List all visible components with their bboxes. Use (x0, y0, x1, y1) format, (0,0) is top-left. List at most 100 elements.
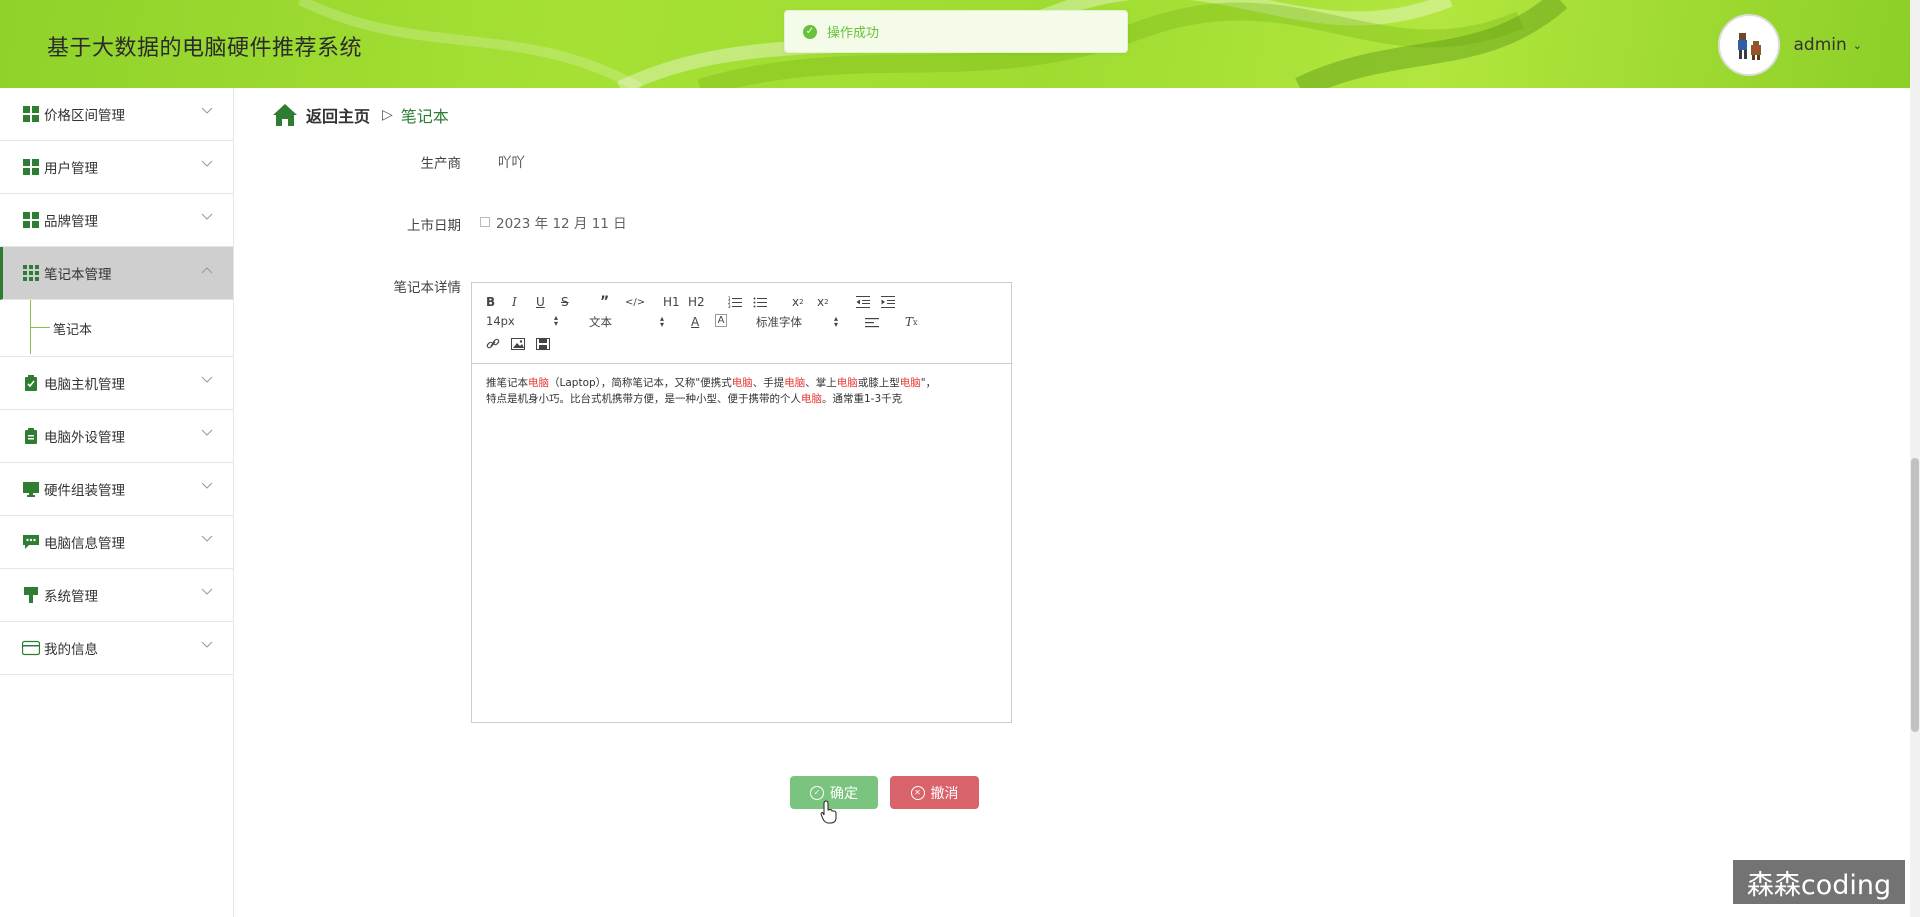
sidebar-item-my-info[interactable]: 我的信息 (0, 622, 233, 675)
chevron-down-icon (201, 213, 213, 220)
sidebar-item-label: 我的信息 (44, 642, 98, 658)
editor-text: （Laptop），简称笔记本，又称"便携式 (549, 377, 732, 389)
close-circle-icon: ✕ (910, 785, 925, 800)
sidebar-item-label: 硬件组装管理 (44, 483, 125, 499)
paragraph-format-select[interactable]: 文本 ▴ ▾ (589, 314, 664, 330)
ordered-list-icon[interactable]: 123 (728, 294, 742, 310)
indent-icon[interactable] (881, 294, 895, 310)
brush-icon (22, 586, 40, 604)
manufacturer-value: 吖吖 (498, 155, 525, 171)
sidebar-item-users[interactable]: 用户管理 (0, 141, 233, 194)
sidebar-item-label: 电脑信息管理 (44, 536, 125, 552)
subscript-icon[interactable]: x2 (792, 294, 804, 310)
check-circle-icon: ✓ (810, 785, 824, 800)
heading2-label: H2 (688, 295, 705, 309)
sidebar-item-price-range[interactable]: 价格区间管理 (0, 88, 233, 141)
breadcrumb-home-link[interactable]: 返回主页 (306, 103, 370, 127)
paragraph-format-value: 文本 (589, 315, 612, 329)
editor-content[interactable]: 推笔记本电脑（Laptop），简称笔记本，又称"便携式电脑、手提电脑、掌上电脑或… (486, 375, 1002, 407)
video-icon[interactable] (536, 336, 550, 352)
breadcrumb-separator: ▷ (382, 107, 393, 123)
sidebar-item-assembly[interactable]: 硬件组装管理 (0, 463, 233, 516)
superscript-icon[interactable]: x2 (817, 294, 829, 310)
sidebar-item-label: 品牌管理 (44, 214, 98, 230)
font-family-value: 标准字体 (756, 315, 802, 329)
watermark: 森森coding (1733, 860, 1905, 904)
sidebar-item-label: 价格区间管理 (44, 108, 125, 124)
cancel-button[interactable]: ✕ 撤消 (890, 776, 979, 809)
calendar-icon (480, 217, 490, 227)
italic-icon[interactable]: I (512, 294, 517, 310)
editor-highlight-text: 电脑 (528, 377, 549, 389)
align-icon[interactable] (865, 315, 879, 331)
font-size-select[interactable]: 14px ▴ ▾ (486, 313, 558, 329)
image-icon[interactable] (511, 336, 525, 352)
card-icon (22, 639, 40, 657)
heading2-icon[interactable]: H2 (688, 294, 705, 310)
breadcrumb: 返回主页 ▷ 笔记本 (272, 103, 449, 127)
chat-icon (22, 533, 40, 551)
editor-toolbar: B I U S ” </> H1 H2 123 x2 x2 14px ▴ ▾ 文本… (472, 283, 1011, 364)
app-title: 基于大数据的电脑硬件推荐系统 (47, 36, 363, 61)
rich-text-editor: B I U S ” </> H1 H2 123 x2 x2 14px ▴ ▾ 文本… (471, 282, 1012, 723)
code-block-icon[interactable]: </> (625, 294, 645, 310)
chevron-down-icon[interactable]: ⌄ (1853, 39, 1862, 52)
bullet-list-icon[interactable] (753, 294, 767, 310)
chevron-down-icon (201, 429, 213, 436)
editor-highlight-text: 电脑 (801, 393, 822, 405)
font-family-select[interactable]: 标准字体 ▴ ▾ (756, 314, 838, 330)
sidebar-item-desktops[interactable]: 电脑主机管理 (0, 357, 233, 410)
chevron-down-icon (201, 107, 213, 114)
chevron-down-icon (201, 588, 213, 595)
font-color-icon[interactable]: A (691, 314, 699, 330)
editor-highlight-text: 电脑 (836, 377, 858, 389)
sidebar-item-system[interactable]: 系统管理 (0, 569, 233, 622)
avatar[interactable] (1717, 14, 1780, 76)
page-scrollbar[interactable] (1910, 0, 1920, 917)
editor-text: 特点是机身小巧。比台式机携带方便，是一种小型、便于携带的个人 (486, 393, 801, 405)
monitor-icon (22, 480, 40, 498)
home-icon[interactable] (272, 103, 298, 127)
link-icon[interactable] (486, 336, 500, 352)
check-circle-icon: ✓ (803, 24, 817, 39)
sidebar-item-laptops[interactable]: 笔记本管理 (0, 247, 233, 300)
scrollbar-thumb[interactable] (1911, 458, 1919, 732)
sidebar-item-peripherals[interactable]: 电脑外设管理 (0, 410, 233, 463)
grid-icon (22, 158, 40, 176)
sidebar-item-brands[interactable]: 品牌管理 (0, 194, 233, 247)
user-menu[interactable]: admin ⌄ (1717, 14, 1862, 76)
select-arrows-icon: ▴ ▾ (833, 314, 838, 329)
underline-icon[interactable]: U (536, 294, 545, 310)
strikethrough-icon[interactable]: S (561, 294, 569, 310)
svg-text:3: 3 (728, 304, 731, 308)
apps-icon (22, 264, 40, 282)
sidebar-item-label: 笔记本管理 (44, 267, 112, 283)
sidebar-item-label: 系统管理 (44, 589, 98, 605)
editor-text: 、掌上 (805, 377, 837, 389)
select-arrows-icon: ▴ ▾ (659, 314, 664, 329)
hand-cursor-icon (820, 800, 837, 824)
clipboard-check-icon (22, 374, 40, 392)
sidebar-subitem-label[interactable]: 笔记本 (53, 319, 92, 338)
release-date-value[interactable]: 2023 年 12 月 11 日 (496, 212, 627, 232)
clear-format-icon[interactable]: Tx (905, 314, 918, 330)
release-date-picker[interactable]: 2023 年 12 月 11 日 (480, 212, 627, 232)
blockquote-icon[interactable]: ” (600, 294, 609, 310)
font-size-value: 14px (486, 314, 515, 328)
username[interactable]: admin (1794, 35, 1847, 55)
sidebar: 价格区间管理 用户管理 品牌管理 笔记本管理 笔记本 电脑主机管理 电脑外设管理… (0, 88, 234, 917)
select-arrows-icon: ▴ ▾ (553, 313, 558, 328)
chevron-down-icon (201, 160, 213, 167)
release-date-label: 上市日期 (407, 218, 461, 234)
heading1-icon[interactable]: H1 (663, 294, 680, 310)
chevron-down-icon (201, 641, 213, 648)
sidebar-item-computer-info[interactable]: 电脑信息管理 (0, 516, 233, 569)
heading1-label: H1 (663, 295, 680, 309)
bold-icon[interactable]: B (486, 294, 495, 310)
background-color-icon[interactable]: A (715, 314, 727, 327)
outdent-icon[interactable] (856, 294, 870, 310)
sidebar-subitem-laptop[interactable]: 笔记本 (0, 300, 233, 357)
grid-icon (22, 211, 40, 229)
chevron-down-icon (201, 535, 213, 542)
editor-text: "， (920, 377, 937, 389)
